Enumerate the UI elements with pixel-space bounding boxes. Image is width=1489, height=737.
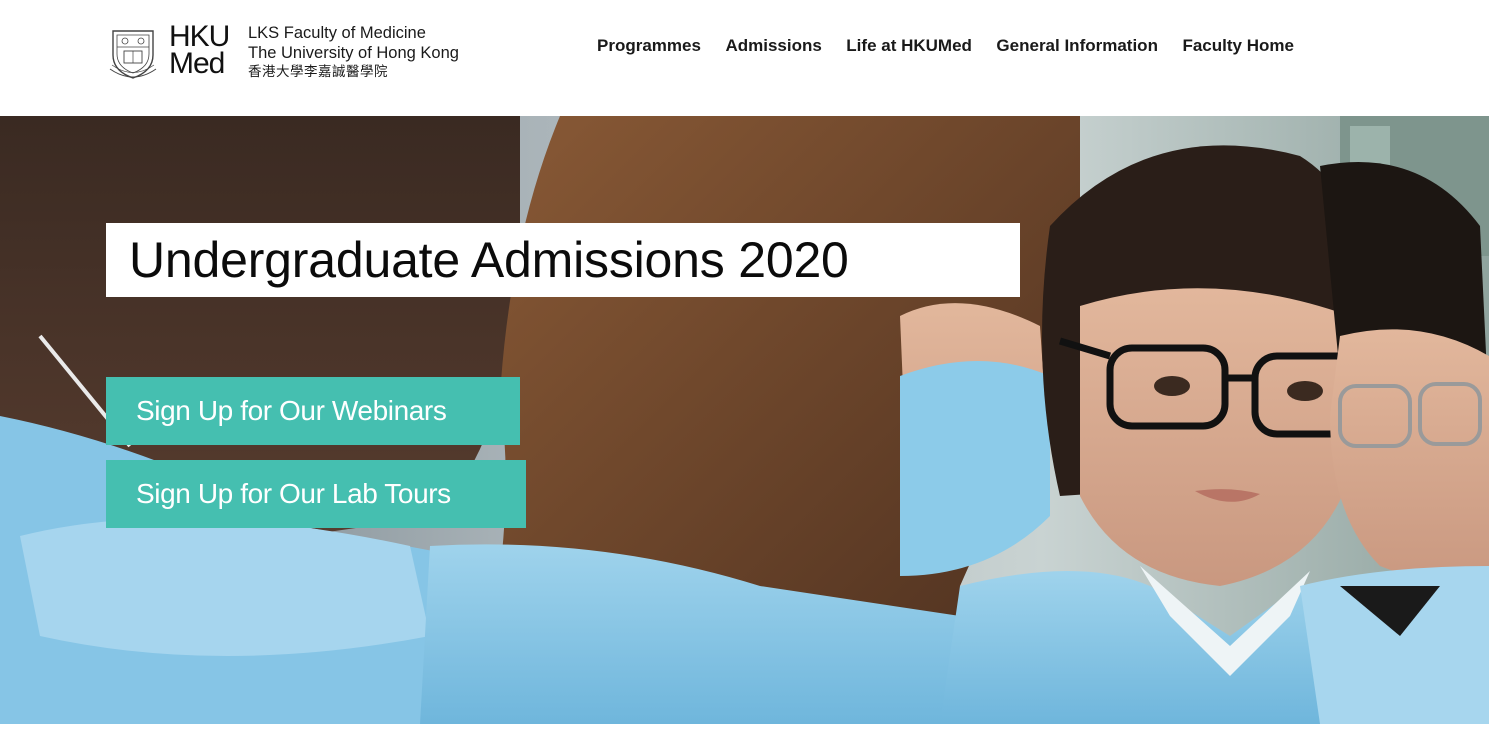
hero-title: Undergraduate Admissions 2020: [106, 223, 1020, 297]
webinars-signup-button[interactable]: Sign Up for Our Webinars: [106, 377, 520, 445]
faculty-name-line1: LKS Faculty of Medicine: [248, 24, 426, 42]
nav-item-faculty-home[interactable]: Faculty Home: [1182, 34, 1293, 58]
faculty-name-line2: The University of Hong Kong: [248, 44, 459, 62]
page-content-start: [0, 724, 1489, 737]
nav-item-programmes[interactable]: Programmes: [597, 34, 701, 58]
logo-word-hku: HKU: [169, 20, 230, 53]
faculty-name-chinese: 香港大學李嘉誠醫學院: [248, 64, 388, 79]
lab-tours-signup-button[interactable]: Sign Up for Our Lab Tours: [106, 460, 526, 528]
nav-item-admissions[interactable]: Admissions: [725, 34, 821, 58]
logo-word-med: Med: [169, 47, 225, 80]
logo-wordmark: HKU Med: [169, 20, 245, 80]
site-header: HKU Med LKS Faculty of Medicine The Univ…: [0, 0, 1489, 116]
nav-item-general-information[interactable]: General Information: [996, 34, 1158, 58]
university-crest-icon: [109, 30, 157, 79]
faculty-name: LKS Faculty of Medicine The University o…: [248, 23, 488, 81]
main-navigation: Programmes Admissions Life at HKUMed Gen…: [597, 34, 1318, 58]
hero-banner: Undergraduate Admissions 2020 Sign Up fo…: [0, 116, 1489, 724]
nav-item-life-at-hkumed[interactable]: Life at HKUMed: [846, 34, 972, 58]
